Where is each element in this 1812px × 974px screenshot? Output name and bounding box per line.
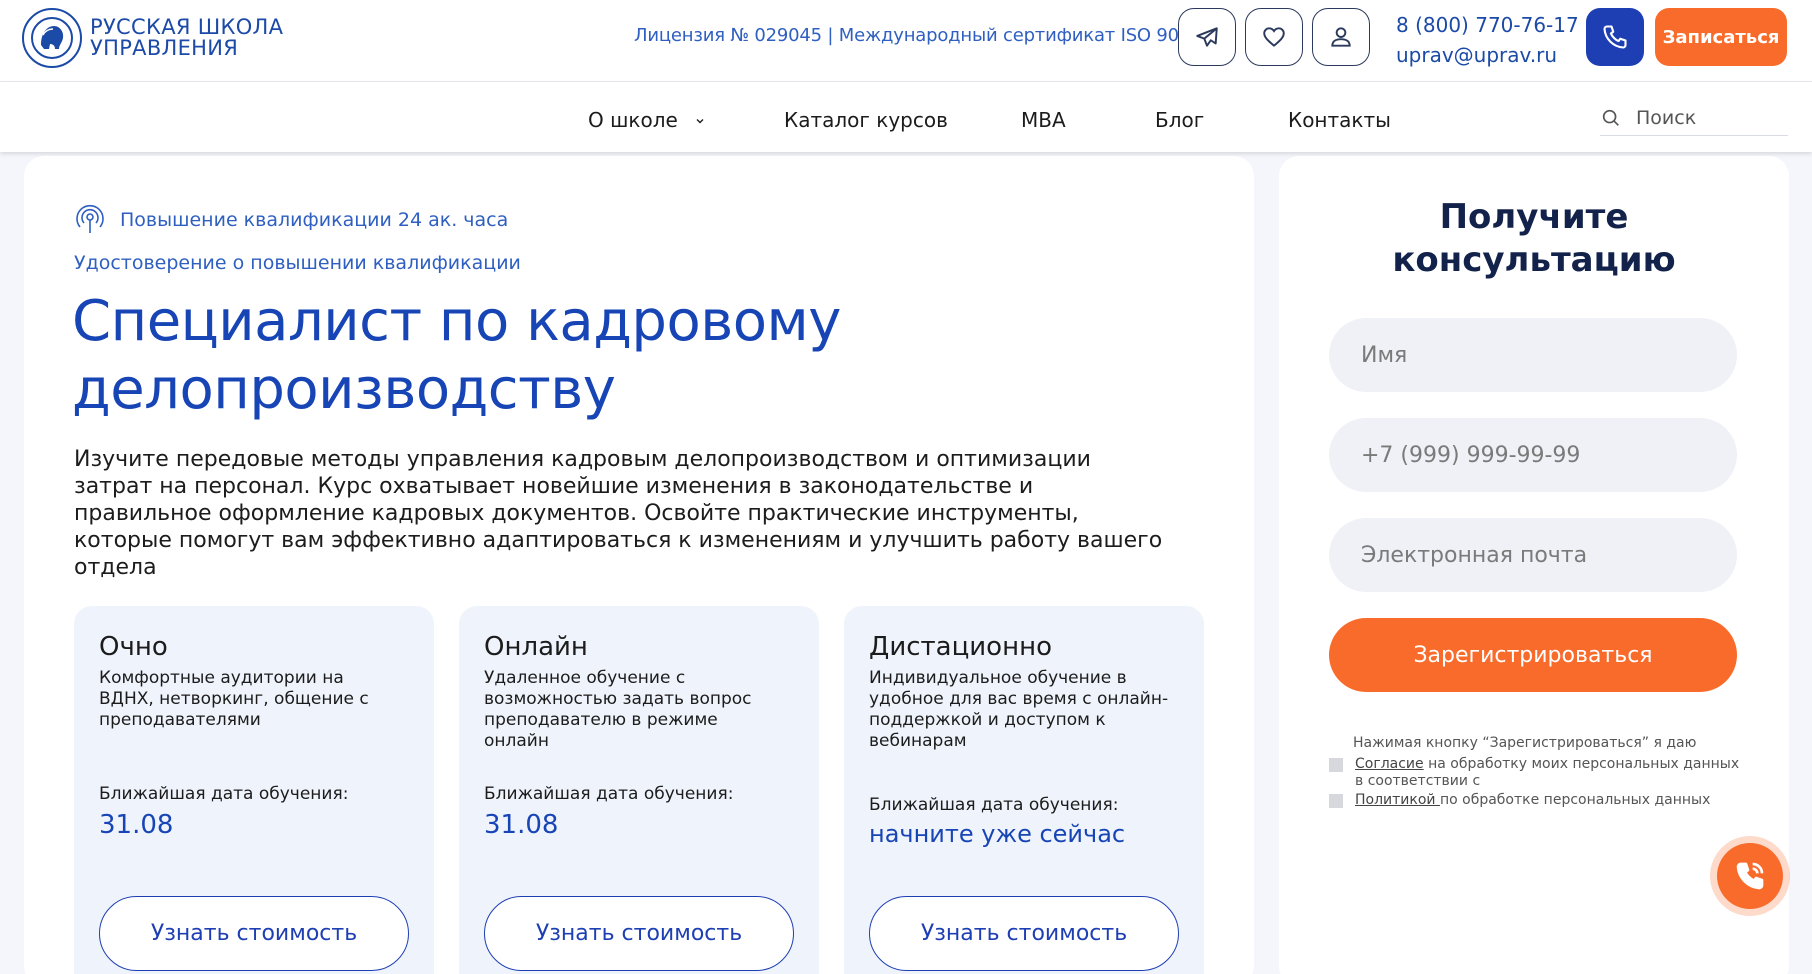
consent-policy-row: Политикой по обработке персональных данн… [1329,792,1749,809]
logo-line-2: УПРАВЛЕНИЯ [90,36,239,60]
price-button[interactable]: Узнать стоимость [869,896,1179,971]
price-button[interactable]: Узнать стоимость [99,896,409,971]
chevron-down-icon [696,119,704,124]
account-button[interactable] [1312,8,1370,66]
badge-text: Повышение квалификации 24 ак. часа [120,209,509,231]
certificate-text: Удостоверение о повышении квалификации [74,252,521,274]
telegram-button[interactable] [1178,8,1236,66]
form-title-line-2: консультацию [1392,240,1676,280]
format-title: Дистационно [869,632,1052,662]
phone-icon [1603,25,1627,49]
logo-line-1: РУССКАЯ ШКОЛА [90,15,284,39]
policy-link[interactable]: Политикой [1355,792,1440,808]
form-title: Получите консультацию [1279,196,1789,282]
phone-field[interactable] [1329,418,1737,492]
nav-item-blog[interactable]: Блог [1155,108,1204,132]
callback-widget[interactable] [1710,836,1790,916]
user-icon [1331,27,1351,47]
name-input[interactable] [1329,318,1737,392]
nav-item-mba[interactable]: MBA [1021,108,1066,132]
logo[interactable]: РУССКАЯ ШКОЛА УПРАВЛЕНИЯ [22,8,283,68]
format-description: Индивидуальное обучение в удобное для ва… [869,668,1169,751]
phone-ringing-icon [1736,862,1764,890]
heart-icon [1263,27,1285,47]
lion-logo-icon [22,8,82,68]
signup-button[interactable]: Записаться [1655,8,1787,66]
title-line-1: Специалист по кадровому [72,289,841,354]
date-label: Ближайшая дата обучения: [869,795,1119,815]
call-button[interactable] [1586,8,1644,66]
consent-agreement-row: Согласие на обработку моих персональных … [1329,756,1749,790]
header-email-link[interactable]: uprav@uprav.ru [1396,40,1579,70]
nav-item-catalog[interactable]: Каталог курсов [784,108,948,132]
broadcast-icon [76,204,104,233]
search-icon [1602,109,1619,126]
policy-text: Политикой по обработке персональных данн… [1355,792,1710,809]
favorites-button[interactable] [1245,8,1303,66]
start-date: начните уже сейчас [869,820,1126,848]
consultation-form: Получите консультацию Зарегистрироваться… [1279,156,1789,974]
phone-input[interactable] [1329,418,1737,492]
date-label: Ближайшая дата обучения: [484,784,734,804]
nav-item-contacts[interactable]: Контакты [1288,108,1391,132]
agreement-link[interactable]: Согласие [1355,756,1424,772]
register-button[interactable]: Зарегистрироваться [1329,618,1737,692]
date-label: Ближайшая дата обучения: [99,784,349,804]
name-field[interactable] [1329,318,1737,392]
course-description: Изучите передовые методы управления кадр… [74,447,1163,580]
format-title: Онлайн [484,632,588,662]
format-description: Комфортные аудитории на ВДНХ, нетворкинг… [99,668,369,730]
top-header: РУССКАЯ ШКОЛА УПРАВЛЕНИЯ Лицензия № 0290… [0,0,1812,82]
nav-item-label: О школе [588,108,678,132]
telegram-icon [1196,27,1218,47]
page-title: Специалист по кадровому делопроизводству [72,288,1072,424]
qualification-badge: Повышение квалификации 24 ак. часа [74,204,508,236]
main-nav: О школе Каталог курсов MBA Блог Контакты… [0,82,1812,152]
start-date: 31.08 [484,810,559,840]
format-description: Удаленное обучение с возможностью задать… [484,668,752,751]
course-card: Повышение квалификации 24 ак. часа Удост… [24,156,1254,974]
format-card-remote: Дистационно Индивидуальное обучение в уд… [844,606,1204,974]
agreement-checkbox[interactable] [1329,758,1343,772]
email-input[interactable] [1329,518,1737,592]
email-field[interactable] [1329,518,1737,592]
price-button[interactable]: Узнать стоимость [484,896,794,971]
search-placeholder: Поиск [1636,106,1697,129]
search-box[interactable]: Поиск [1600,100,1788,136]
form-title-line-1: Получите [1439,197,1629,237]
start-date: 31.08 [99,810,174,840]
policy-checkbox[interactable] [1329,794,1343,808]
header-phone-link[interactable]: 8 (800) 770-76-17 [1396,10,1579,40]
format-card-offline: Очно Комфортные аудитории на ВДНХ, нетво… [74,606,434,974]
contacts-block: 8 (800) 770-76-17 uprav@uprav.ru [1396,10,1579,70]
agreement-text: Согласие на обработку моих персональных … [1355,756,1749,790]
format-title: Очно [99,632,168,662]
policy-suffix: по обработке персональных данных [1439,792,1711,808]
title-line-2: делопроизводству [72,357,616,422]
format-card-online: Онлайн Удаленное обучение с возможностью… [459,606,819,974]
consent-intro: Нажимая кнопку “Зарегистрироваться” я да… [1353,735,1697,751]
nav-item-about[interactable]: О школе [588,108,706,132]
license-text: Лицензия № 029045 | Международный сертиф… [634,25,1202,46]
